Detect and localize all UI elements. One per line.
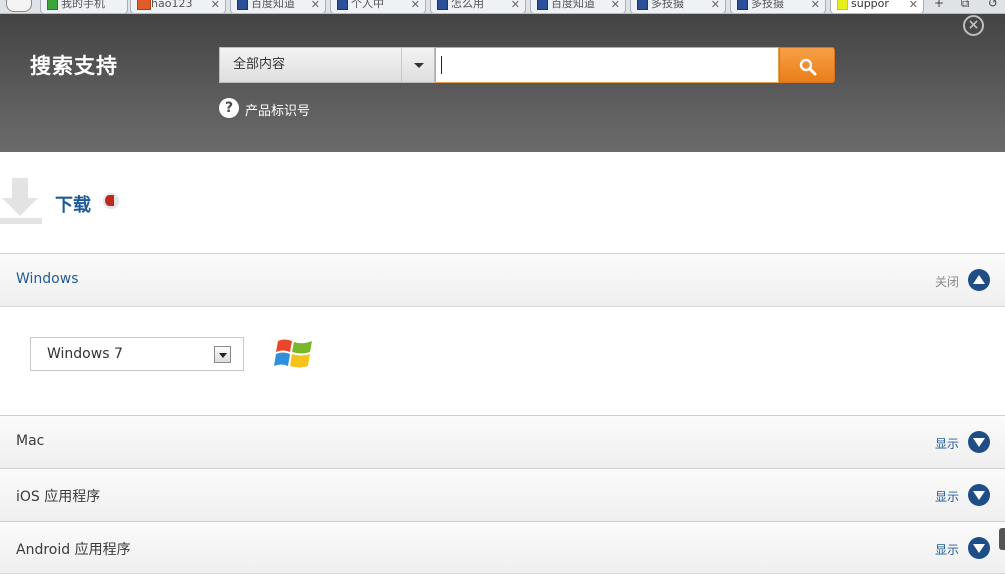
- download-icon: [0, 178, 42, 224]
- accordion-label: iOS 应用程序: [16, 489, 101, 505]
- tab-close-icon[interactable]: ✕: [511, 0, 520, 12]
- browser-home-button[interactable]: [6, 0, 32, 12]
- search-icon: [799, 58, 817, 76]
- browser-tab[interactable]: 我的手机: [40, 0, 128, 13]
- undo-close-tab-icon[interactable]: ↺: [980, 0, 1005, 13]
- tab-close-icon[interactable]: ✕: [411, 0, 420, 12]
- page-title: 搜索支持: [30, 53, 118, 78]
- baidu-paw-icon: [437, 0, 448, 10]
- browser-tab[interactable]: 怎么用 ✕: [430, 0, 526, 13]
- scroll-handle[interactable]: [999, 528, 1005, 550]
- close-icon[interactable]: ×: [963, 15, 984, 36]
- browser-tab-active[interactable]: suppor ✕: [830, 0, 924, 13]
- support-search-header: 搜索支持 全部内容 ? 产品标识号 ×: [0, 14, 1005, 152]
- browser-tab-label: 多技摄: [751, 0, 784, 10]
- windows-logo-icon: [274, 339, 312, 368]
- yellow-site-icon: [837, 0, 848, 10]
- expand-arrow-icon[interactable]: [968, 484, 990, 506]
- hao-icon: [137, 0, 151, 10]
- baidu-paw-icon: [537, 0, 548, 10]
- browser-tab-label: 百度知道: [551, 0, 595, 10]
- search-scope-select[interactable]: 全部内容: [219, 47, 402, 83]
- chevron-down-icon: [414, 63, 424, 68]
- accordion-label: Windows: [16, 271, 79, 287]
- tab-close-icon[interactable]: ✕: [711, 0, 720, 12]
- accordion-ios-header[interactable]: iOS 应用程序 显示: [0, 468, 1005, 521]
- browser-tab[interactable]: 百度知道 ✕: [230, 0, 326, 13]
- baidu-paw-icon: [737, 0, 748, 10]
- question-icon: ?: [219, 98, 239, 118]
- browser-tab[interactable]: 百度知道 ✕: [530, 0, 626, 13]
- accordion-windows-header[interactable]: Windows 关闭: [0, 253, 1005, 306]
- accordion-toggle-label[interactable]: 显示: [935, 435, 959, 452]
- accordion-label: Mac: [16, 433, 45, 449]
- accordion-android-header[interactable]: Android 应用程序 显示: [0, 521, 1005, 574]
- browser-tab-label: 个人中: [351, 0, 384, 10]
- accordion-toggle-label[interactable]: 显示: [935, 488, 959, 505]
- browser-tab-label: suppor: [851, 0, 889, 10]
- tab-close-icon[interactable]: ✕: [811, 0, 820, 12]
- new-tab-icon[interactable]: +: [926, 0, 952, 13]
- browser-tab-label: 百度知道: [251, 0, 295, 10]
- download-title: 下载: [55, 195, 91, 216]
- search-scope-dropdown-button[interactable]: [401, 47, 435, 83]
- browser-tab-label: hao123: [151, 0, 193, 10]
- search-button[interactable]: [779, 47, 835, 83]
- tab-close-icon[interactable]: ✕: [311, 0, 320, 12]
- browser-tab[interactable]: 多技摄 ✕: [730, 0, 826, 13]
- accordion-toggle-label[interactable]: 显示: [935, 541, 959, 558]
- download-status-icon: [103, 193, 119, 209]
- accordion-toggle-label[interactable]: 关闭: [935, 273, 959, 290]
- green-phone-icon: [47, 0, 58, 10]
- tab-close-icon[interactable]: ✕: [611, 0, 620, 12]
- baidu-paw-icon: [237, 0, 248, 10]
- baidu-paw-icon: [637, 0, 648, 10]
- tab-list-icon[interactable]: ⧉: [952, 0, 978, 13]
- product-id-label: 产品标识号: [245, 104, 311, 119]
- expand-arrow-icon[interactable]: [968, 431, 990, 453]
- os-select-dropdown-button[interactable]: [214, 346, 231, 363]
- browser-tab-label: 多技摄: [651, 0, 684, 10]
- chevron-down-icon: [219, 353, 227, 358]
- expand-arrow-icon[interactable]: [968, 537, 990, 559]
- browser-tab[interactable]: 多技摄 ✕: [630, 0, 726, 13]
- os-version-value: Windows 7: [47, 346, 123, 362]
- text-cursor: [441, 56, 442, 74]
- tab-close-icon[interactable]: ✕: [909, 0, 918, 12]
- os-version-select[interactable]: Windows 7: [30, 337, 244, 371]
- accordion-mac-header[interactable]: Mac 显示: [0, 415, 1005, 468]
- tab-close-icon[interactable]: ✕: [211, 0, 220, 12]
- collapse-arrow-icon[interactable]: [968, 269, 990, 291]
- browser-tab[interactable]: 个人中 ✕: [330, 0, 426, 13]
- browser-tab-strip: 我的手机 hao123 ✕ 百度知道 ✕ 个人中 ✕ 怎么用 ✕ 百度知道 ✕ …: [0, 0, 1005, 14]
- baidu-paw-icon: [337, 0, 348, 10]
- browser-tab-label: 怎么用: [451, 0, 484, 10]
- browser-tab[interactable]: hao123 ✕: [130, 0, 226, 13]
- search-input[interactable]: [435, 47, 779, 83]
- accordion-label: Android 应用程序: [16, 542, 131, 558]
- browser-tab-label: 我的手机: [61, 0, 105, 10]
- windows-panel: Windows 7: [0, 306, 1005, 415]
